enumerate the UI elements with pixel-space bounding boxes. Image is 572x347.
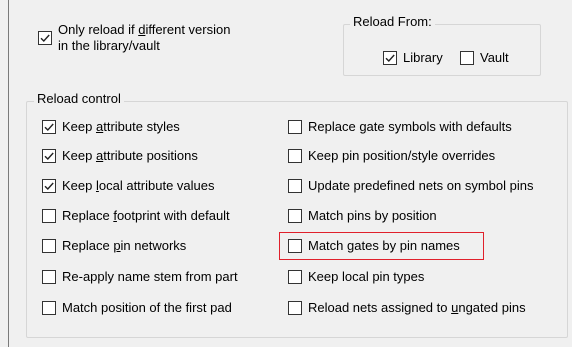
checkbox-box[interactable] [288, 120, 302, 134]
checkbox-box[interactable] [42, 270, 56, 284]
checkbox-box[interactable] [383, 51, 397, 65]
option-label: Reload nets assigned to ungated pins [308, 300, 526, 315]
dialog-left-border [8, 0, 9, 347]
option-label: Update predefined nets on symbol pins [308, 178, 534, 193]
checkbox-box[interactable] [42, 120, 56, 134]
only-reload-label: Only reload if different version in the … [58, 22, 231, 53]
keep-attribute-positions-checkbox[interactable]: Keep attribute positions [42, 147, 198, 165]
highlight-box [279, 232, 484, 260]
reload-control-title: Reload control [34, 91, 124, 107]
reload-nets-assigned-to-ungated-pins-checkbox[interactable]: Reload nets assigned to ungated pins [288, 299, 526, 317]
library-label: Library [403, 50, 443, 65]
only-reload-if-different-checkbox[interactable]: Only reload if different version in the … [38, 22, 230, 56]
checkbox-box[interactable] [42, 239, 56, 253]
check-icon [385, 54, 395, 63]
keep-pin-position-style-overrides-checkbox[interactable]: Keep pin position/style overrides [288, 147, 495, 165]
keep-attribute-styles-checkbox[interactable]: Keep attribute styles [42, 118, 180, 136]
option-label: Re-apply name stem from part [62, 269, 238, 284]
option-label: Keep attribute positions [62, 148, 198, 163]
replace-gate-symbols-with-defaults-checkbox[interactable]: Replace gate symbols with defaults [288, 118, 512, 136]
checkbox-box[interactable] [42, 301, 56, 315]
check-icon [44, 182, 54, 191]
checkbox-box[interactable] [460, 51, 474, 65]
keep-local-pin-types-checkbox[interactable]: Keep local pin types [288, 268, 424, 286]
update-predefined-nets-on-symbol-pins-checkbox[interactable]: Update predefined nets on symbol pins [288, 177, 533, 195]
reload-from-title: Reload From: [350, 14, 435, 30]
option-label: Keep local attribute values [62, 178, 215, 193]
checkbox-box[interactable] [42, 209, 56, 223]
checkbox-box[interactable] [288, 301, 302, 315]
option-label: Keep pin position/style overrides [308, 148, 496, 163]
check-icon [44, 123, 54, 132]
checkbox-box[interactable] [38, 31, 52, 45]
check-icon [44, 152, 54, 161]
option-label: Replace gate symbols with defaults [308, 119, 512, 134]
re-apply-name-stem-from-part-checkbox[interactable]: Re-apply name stem from part [42, 268, 238, 286]
checkbox-box[interactable] [42, 149, 56, 163]
keep-local-attribute-values-checkbox[interactable]: Keep local attribute values [42, 177, 215, 195]
match-pins-by-position-checkbox[interactable]: Match pins by position [288, 207, 437, 225]
checkbox-box[interactable] [288, 209, 302, 223]
library-checkbox[interactable]: Library [383, 49, 443, 67]
vault-label: Vault [480, 50, 509, 65]
replace-footprint-with-default-checkbox[interactable]: Replace footprint with default [42, 207, 230, 225]
option-label: Match pins by position [308, 208, 437, 223]
option-label: Keep attribute styles [62, 119, 180, 134]
checkbox-box[interactable] [288, 179, 302, 193]
match-position-of-the-first-pad-checkbox[interactable]: Match position of the first pad [42, 299, 232, 317]
option-label: Match position of the first pad [62, 300, 232, 315]
checkbox-box[interactable] [288, 149, 302, 163]
replace-pin-networks-checkbox[interactable]: Replace pin networks [42, 237, 186, 255]
option-label: Replace pin networks [62, 238, 187, 253]
check-icon [40, 34, 50, 43]
checkbox-box[interactable] [42, 179, 56, 193]
vault-checkbox[interactable]: Vault [460, 49, 509, 67]
checkbox-box[interactable] [288, 270, 302, 284]
option-label: Replace footprint with default [62, 208, 230, 223]
option-label: Keep local pin types [308, 269, 425, 284]
